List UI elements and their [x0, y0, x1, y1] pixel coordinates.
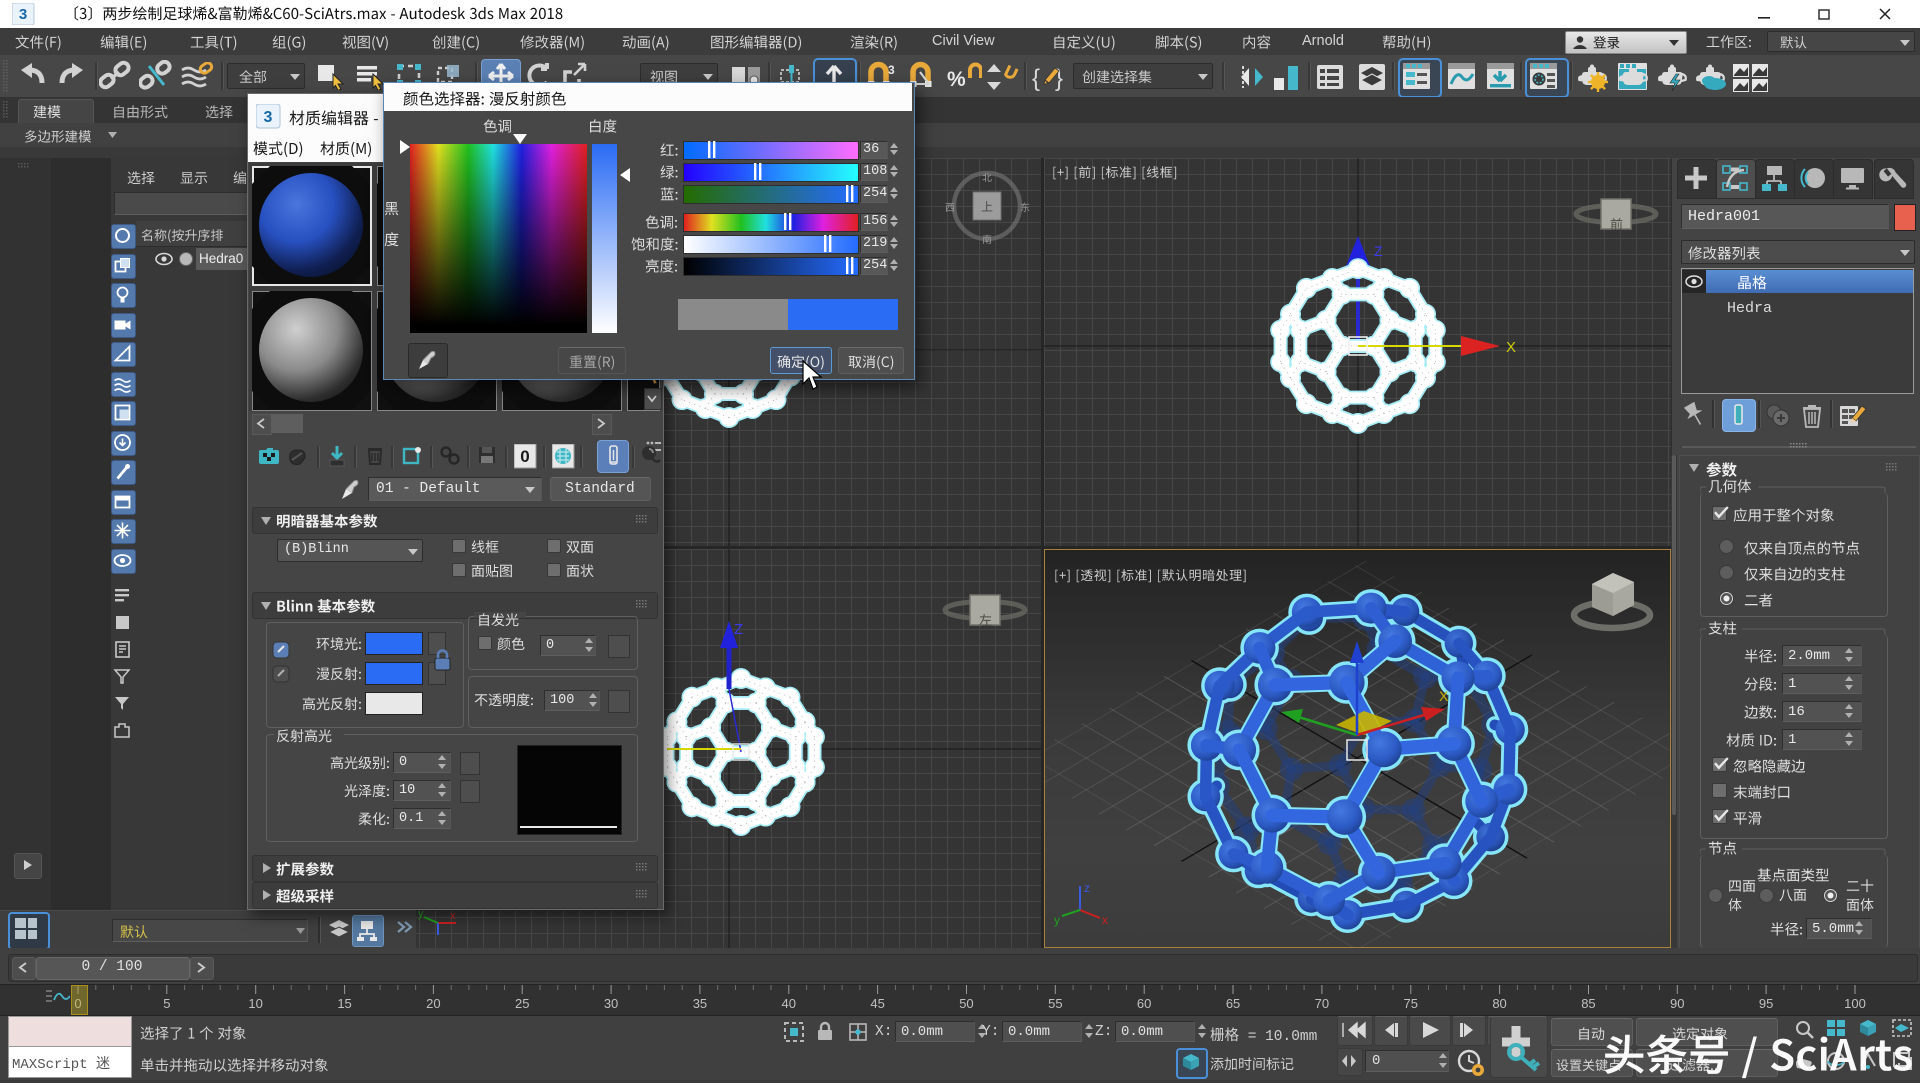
- svg-text:x: x: [1102, 913, 1108, 927]
- svg-text:z: z: [1084, 881, 1090, 895]
- svg-text:X: X: [1439, 688, 1449, 704]
- svg-text:%: %: [947, 68, 966, 91]
- svg-text:0: 0: [520, 447, 529, 466]
- svg-text:{: {: [1032, 65, 1040, 92]
- svg-text:X: X: [1506, 339, 1516, 356]
- svg-text:3: 3: [19, 6, 27, 23]
- svg-text:Z: Z: [734, 621, 743, 638]
- svg-text:3: 3: [888, 63, 895, 77]
- svg-text:x: x: [450, 910, 456, 922]
- svg-text:y: y: [1054, 913, 1060, 927]
- svg-text:y: y: [418, 908, 424, 920]
- svg-text:3: 3: [264, 109, 273, 126]
